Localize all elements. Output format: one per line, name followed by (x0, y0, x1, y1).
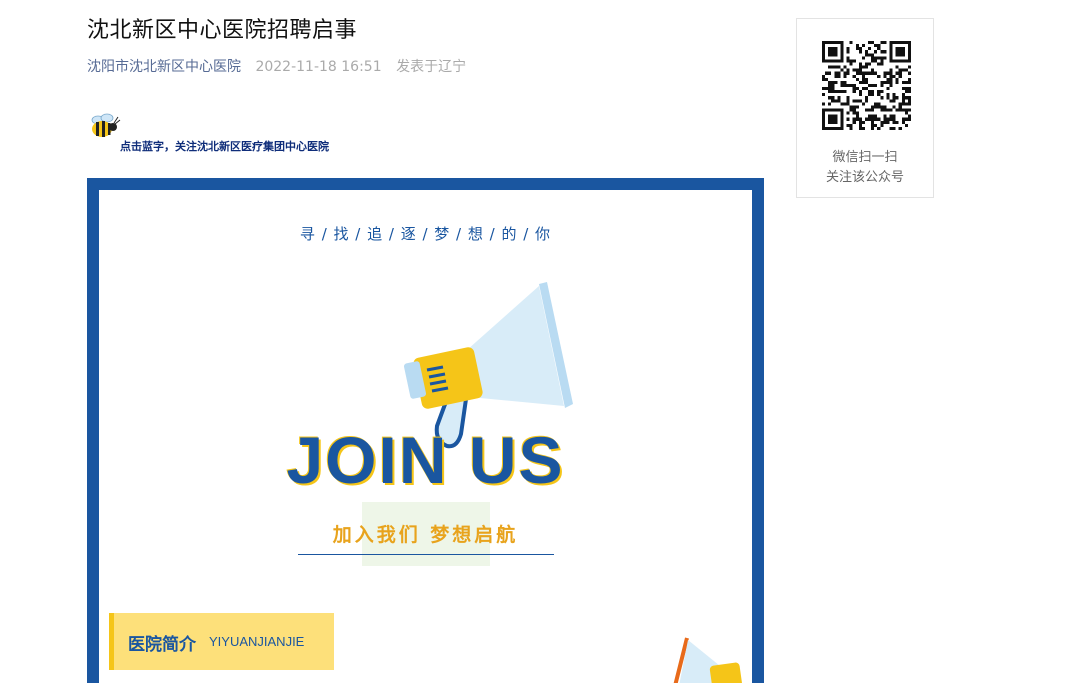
qr-caption-follow: 关注该公众号 (825, 170, 904, 185)
article-title: 沈北新区中心医院招聘启事 (87, 18, 358, 43)
article-meta: 沈阳市沈北新区中心医院 2022-11-18 16:51 发表于辽宁 (87, 56, 466, 76)
qr-caption-scan: 微信扫一扫 (832, 150, 898, 165)
poster-tagline: 寻 / 找 / 追 / 逐 / 梦 / 想 / 的 / 你 (299, 225, 552, 243)
section-title-zh: 医院简介 (128, 635, 196, 655)
recruitment-poster: 寻 / 找 / 追 / 逐 / 梦 / 想 / 的 / 你 JOIN US 加入… (87, 178, 764, 683)
slogan-underline (298, 554, 554, 555)
section-header-hospital-intro: 医院简介 YIYUANJIANJIE (109, 613, 334, 670)
bee-icon (91, 113, 121, 137)
qr-code-icon[interactable] (822, 41, 911, 130)
follow-prompt: 点击蓝字，关注沈北新区医疗集团中心医院 (120, 140, 329, 153)
publish-location: 发表于辽宁 (396, 59, 467, 75)
section-title-en: YIYUANJIANJIE (209, 634, 305, 649)
poster-slogan: 加入我们 梦想启航 (332, 524, 519, 546)
join-us-headline: JOIN US (286, 423, 565, 497)
qr-card: 微信扫一扫 关注该公众号 (796, 18, 934, 198)
publish-date: 2022-11-18 16:51 (255, 59, 382, 75)
poster-body: 寻 / 找 / 追 / 逐 / 梦 / 想 / 的 / 你 JOIN US 加入… (99, 190, 752, 683)
small-megaphone-icon (673, 637, 743, 683)
author-link[interactable]: 沈阳市沈北新区中心医院 (87, 59, 241, 75)
